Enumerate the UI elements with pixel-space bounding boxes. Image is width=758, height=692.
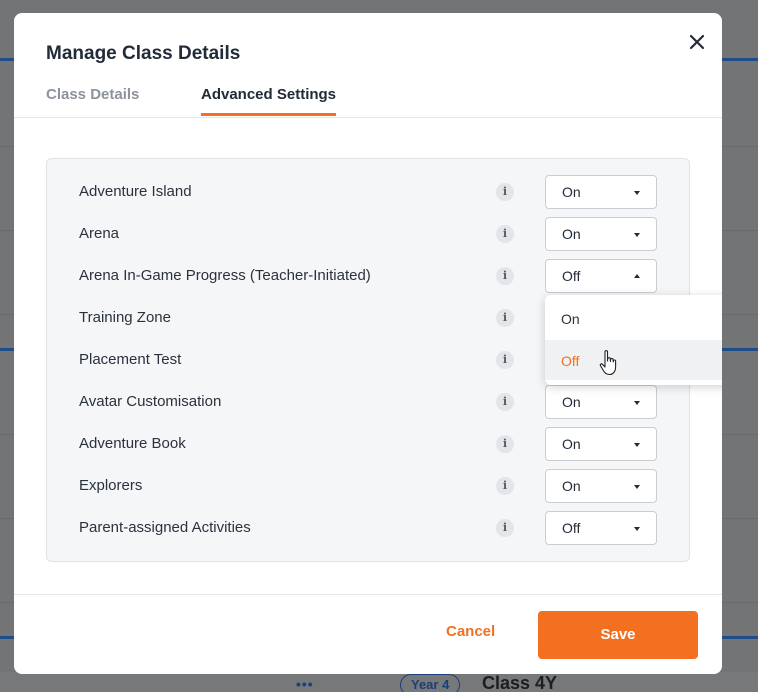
class-name: Class 4Y — [482, 673, 558, 692]
background-rule — [0, 434, 14, 435]
option-label: On — [561, 311, 580, 327]
option-label: Off — [561, 353, 580, 369]
info-icon[interactable]: i — [496, 435, 514, 453]
background-divider — [0, 636, 14, 639]
setting-select[interactable]: On — [545, 385, 657, 419]
setting-select[interactable]: Off — [545, 511, 657, 545]
chevron-down-icon — [634, 443, 640, 447]
background-rule — [722, 518, 758, 519]
setting-label: Arena In-Game Progress (Teacher-Initiate… — [79, 267, 371, 284]
setting-label: Adventure Island — [79, 183, 192, 200]
select-value: On — [562, 184, 581, 200]
background-rule — [722, 602, 758, 603]
more-options-icon[interactable]: ••• — [296, 676, 314, 692]
background-rule — [722, 314, 758, 315]
background-rule — [0, 146, 14, 147]
setting-select[interactable]: On — [545, 217, 657, 251]
chevron-down-icon — [634, 401, 640, 405]
info-icon[interactable]: i — [496, 183, 514, 201]
select-dropdown-menu: On Off — [545, 295, 722, 385]
background-divider — [722, 58, 758, 61]
setting-label: Adventure Book — [79, 435, 186, 452]
setting-row: Avatar Customisation i On — [47, 385, 689, 419]
manage-class-modal: Manage Class Details Class Details Advan… — [14, 13, 722, 674]
select-value: On — [562, 394, 581, 410]
save-button[interactable]: Save — [538, 611, 698, 659]
chevron-down-icon — [634, 527, 640, 531]
info-icon[interactable]: i — [496, 519, 514, 537]
info-icon[interactable]: i — [496, 393, 514, 411]
background-rule — [722, 146, 758, 147]
close-icon[interactable] — [686, 31, 708, 53]
chevron-down-icon — [634, 485, 640, 489]
setting-label: Arena — [79, 225, 120, 242]
setting-row: Arena In-Game Progress (Teacher-Initiate… — [47, 259, 689, 293]
setting-row: Arena i On — [47, 217, 689, 251]
select-value: Off — [562, 268, 581, 284]
info-icon[interactable]: i — [496, 477, 514, 495]
setting-label: Explorers — [79, 477, 143, 494]
footer-divider — [14, 594, 722, 595]
background-rule — [0, 314, 14, 315]
setting-row: Adventure Book i On — [47, 427, 689, 461]
setting-row: Adventure Island i On — [47, 175, 689, 209]
select-value: Off — [562, 520, 581, 536]
info-icon[interactable]: i — [496, 351, 514, 369]
tab-class-details[interactable]: Class Details — [46, 86, 139, 113]
modal-title: Manage Class Details — [46, 43, 241, 64]
dropdown-option-off[interactable]: Off — [545, 340, 722, 380]
setting-label: Avatar Customisation — [79, 393, 222, 410]
select-value: On — [562, 226, 581, 242]
background-divider — [722, 636, 758, 639]
setting-row: Explorers i On — [47, 469, 689, 503]
setting-select[interactable]: On — [545, 175, 657, 209]
select-value: On — [562, 478, 581, 494]
setting-label: Placement Test — [79, 351, 182, 368]
chevron-down-icon — [634, 233, 640, 237]
year-badge: Year 4 — [400, 674, 461, 692]
info-icon[interactable]: i — [496, 225, 514, 243]
background-rule — [0, 230, 14, 231]
setting-label: Parent-assigned Activities — [79, 519, 251, 536]
background-divider — [0, 348, 14, 351]
background-divider — [0, 58, 14, 61]
info-icon[interactable]: i — [496, 309, 514, 327]
tab-advanced-settings[interactable]: Advanced Settings — [201, 86, 337, 116]
background-row — [0, 672, 758, 692]
setting-select[interactable]: On — [545, 469, 657, 503]
cancel-button[interactable]: Cancel — [446, 623, 495, 640]
setting-row: Parent-assigned Activities i Off — [47, 511, 689, 545]
info-icon[interactable]: i — [496, 267, 514, 285]
dropdown-option-on[interactable]: On — [545, 298, 722, 338]
background-rule — [722, 230, 758, 231]
select-value: On — [562, 436, 581, 452]
chevron-up-icon — [634, 274, 640, 278]
background-rule — [722, 434, 758, 435]
background-divider — [722, 348, 758, 351]
chevron-down-icon — [634, 191, 640, 195]
header-divider — [14, 117, 722, 118]
setting-select[interactable]: On — [545, 427, 657, 461]
background-rule — [0, 518, 14, 519]
background-rule — [0, 602, 14, 603]
setting-select[interactable]: Off — [545, 259, 657, 293]
setting-label: Training Zone — [79, 309, 171, 326]
